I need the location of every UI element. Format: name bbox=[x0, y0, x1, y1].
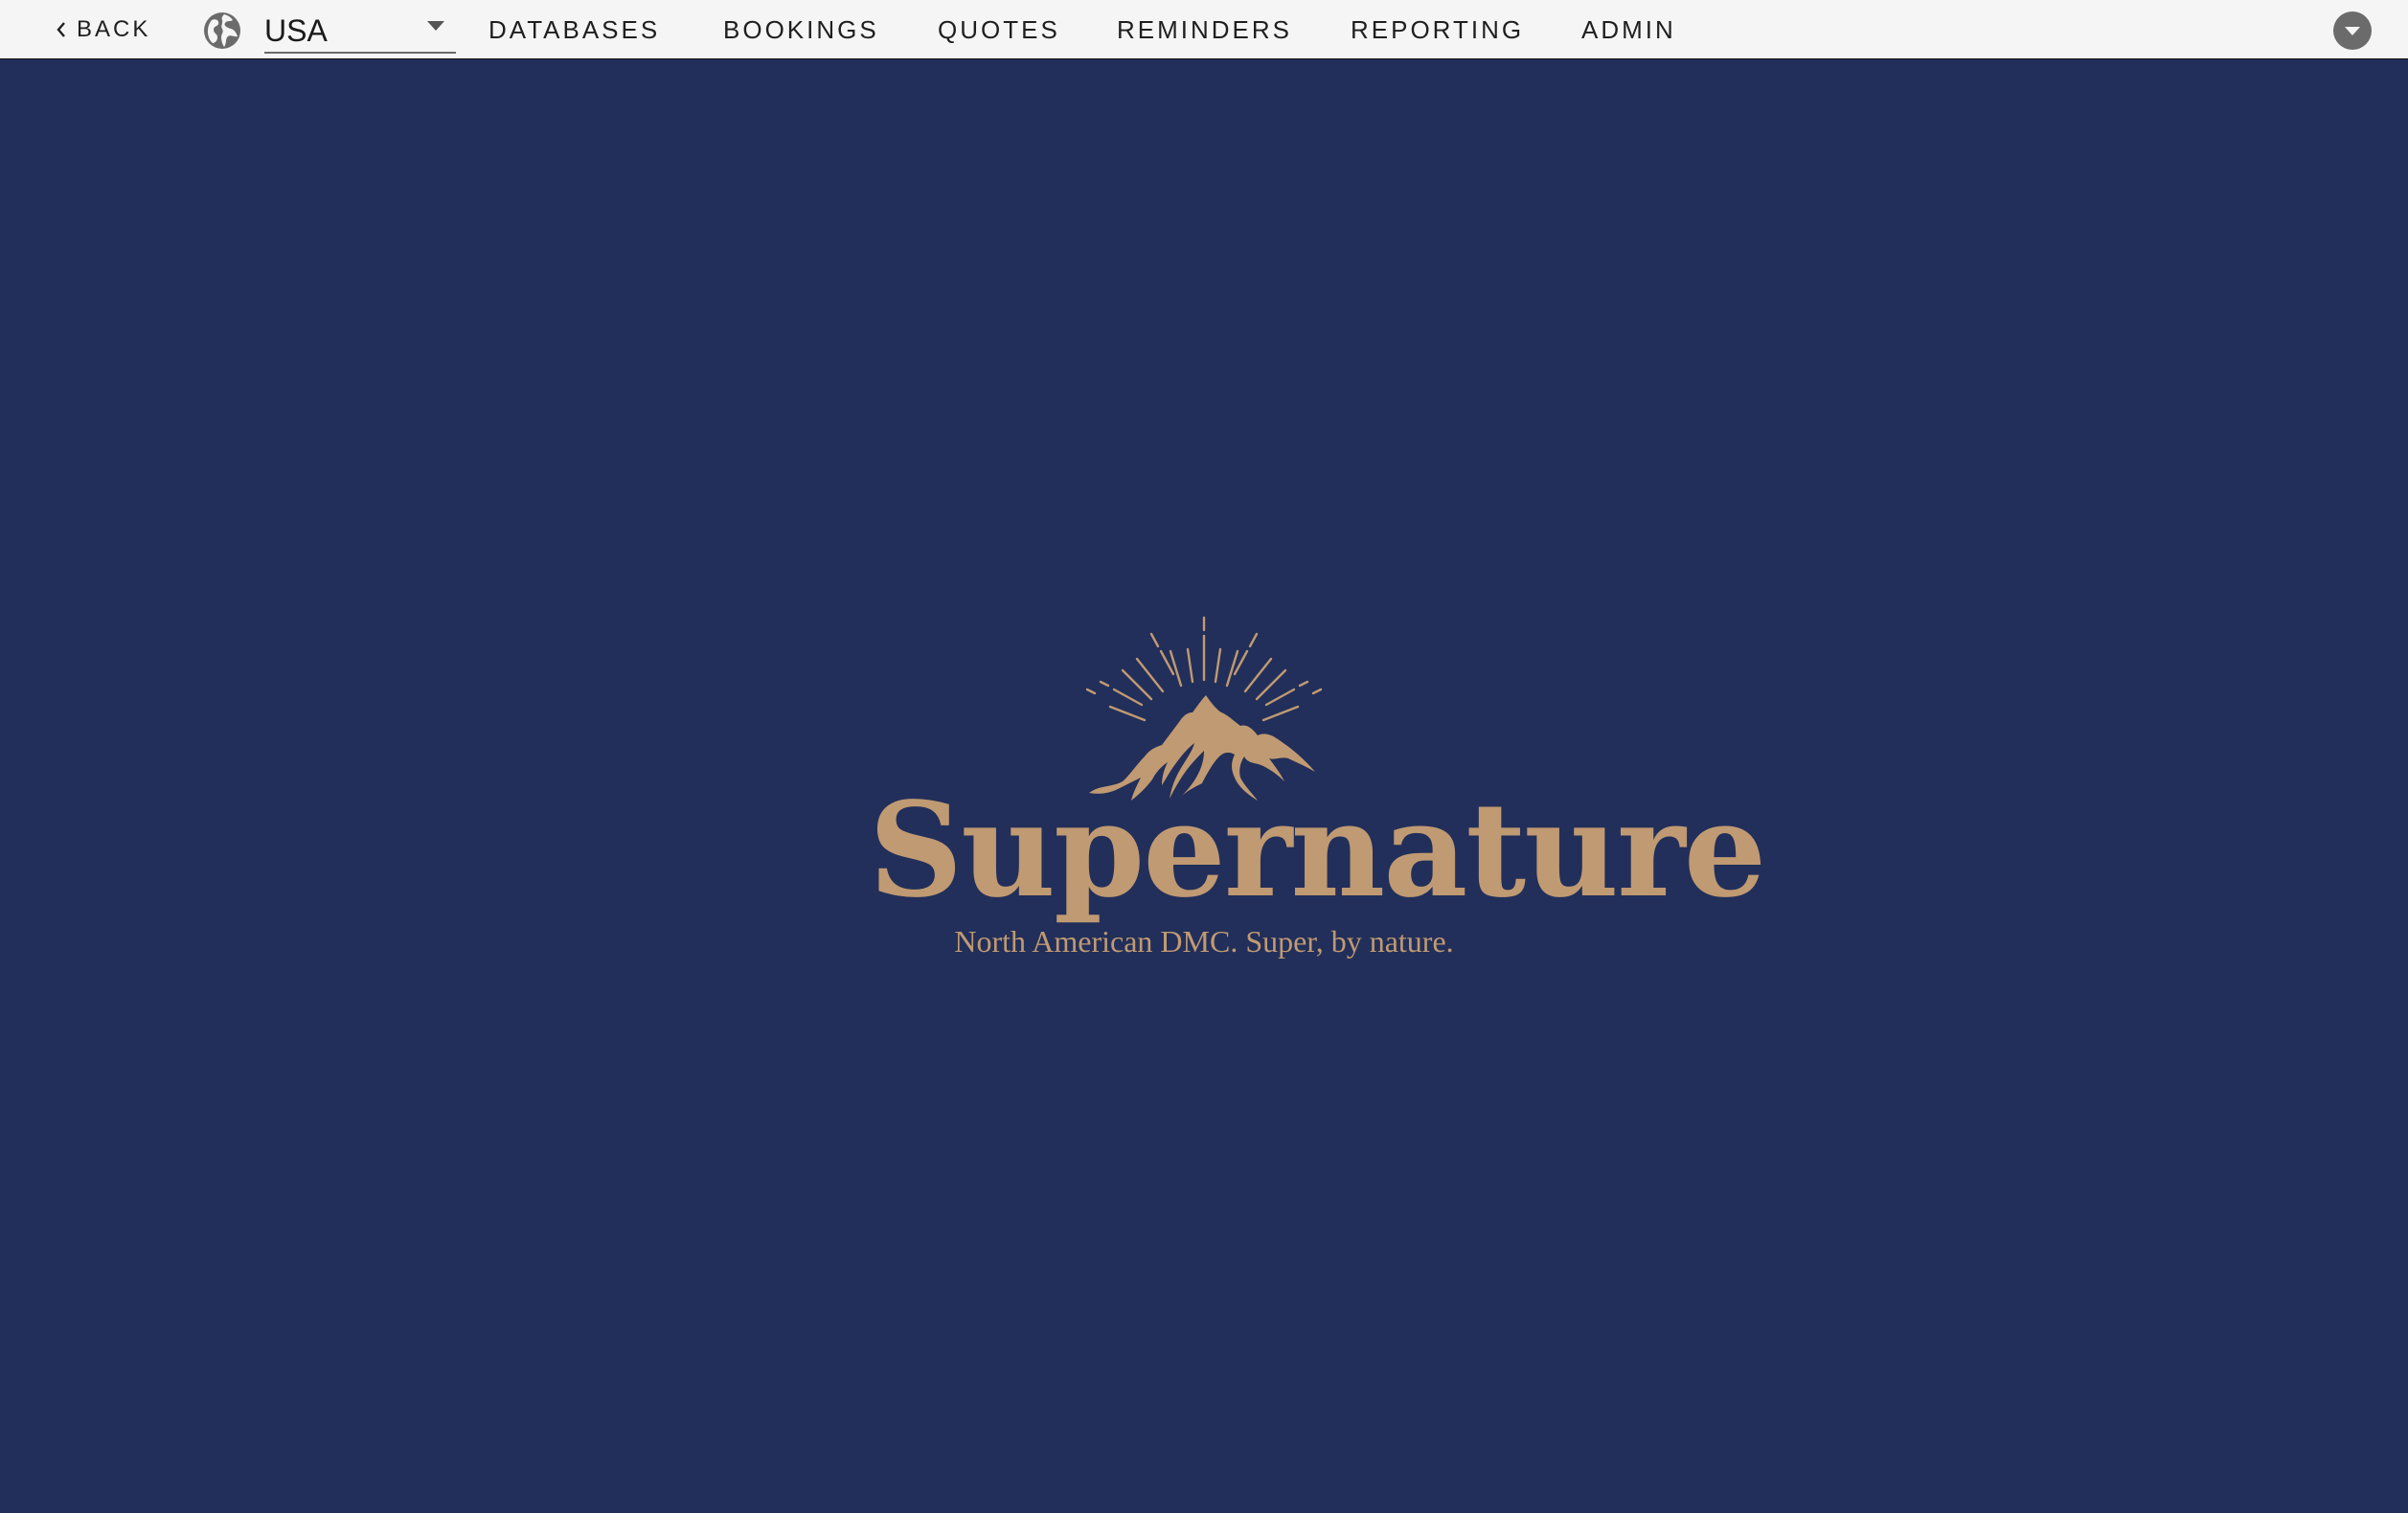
user-menu-button[interactable] bbox=[2333, 11, 2372, 50]
nav-bookings[interactable]: BOOKINGS bbox=[723, 15, 879, 45]
nav-reporting[interactable]: REPORTING bbox=[1351, 15, 1524, 45]
nav-databases[interactable]: DATABASES bbox=[488, 15, 660, 45]
globe-icon bbox=[204, 12, 240, 49]
region-select[interactable]: USA bbox=[264, 6, 456, 54]
nav-reminders[interactable]: REMINDERS bbox=[1117, 15, 1292, 45]
chevron-left-icon bbox=[57, 22, 65, 37]
top-navigation-bar: BACK USA DATABASES BOOKINGS QUOTES REMIN… bbox=[0, 0, 2408, 59]
nav-admin[interactable]: ADMIN bbox=[1581, 15, 1676, 45]
back-button-label: BACK bbox=[77, 16, 151, 42]
brand-tagline: North American DMC. Super, by nature. bbox=[954, 924, 1454, 959]
brand-logo: Supernature North American DMC. Super, b… bbox=[869, 613, 1766, 977]
chevron-down-icon bbox=[2345, 27, 2360, 35]
back-button[interactable]: BACK bbox=[56, 13, 150, 46]
caret-down-icon bbox=[427, 21, 444, 31]
nav-quotes[interactable]: QUOTES bbox=[938, 15, 1060, 45]
brand-name: Supernature bbox=[869, 774, 1766, 927]
region-select-value: USA bbox=[264, 13, 328, 48]
